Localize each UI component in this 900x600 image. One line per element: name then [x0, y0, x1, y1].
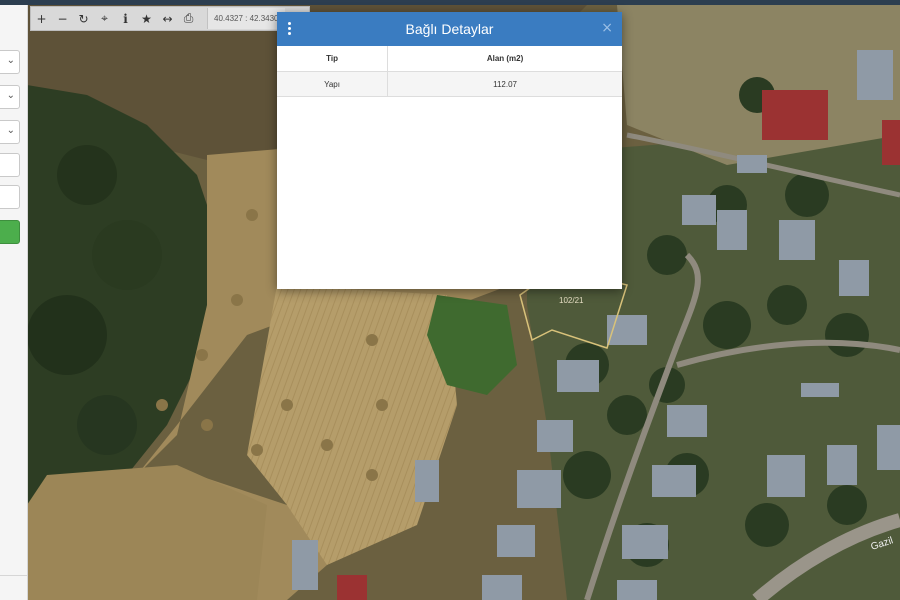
search-button[interactable]: [0, 220, 20, 244]
plus-icon: +: [36, 11, 47, 26]
print-icon: ⎙: [183, 11, 194, 25]
favorite-button[interactable]: ★: [136, 8, 157, 29]
details-modal: Bağlı Detaylar × Tip Alan (m2) Yapı 112.…: [277, 12, 622, 289]
star-icon: ★: [141, 11, 152, 26]
chevron-down-icon: ⌄: [6, 125, 15, 136]
panel-divider: [0, 575, 27, 576]
zoom-in-button[interactable]: +: [31, 8, 52, 29]
print-button[interactable]: ⎙: [178, 8, 199, 29]
left-panel: ⌄ ⌄ ⌄: [0, 5, 28, 600]
info-icon: i: [123, 11, 128, 26]
coordinates-readout: 40.4327 : 42.3430: [207, 8, 285, 29]
filter-input-2[interactable]: [0, 185, 20, 209]
chevron-down-icon: ⌄: [6, 55, 15, 66]
table-header-row: Tip Alan (m2): [277, 46, 622, 72]
refresh-icon: ↻: [78, 11, 89, 26]
close-icon[interactable]: ×: [601, 20, 613, 36]
minus-icon: −: [57, 11, 68, 26]
filter-select-3[interactable]: ⌄: [0, 120, 20, 144]
measure-button[interactable]: ↔: [157, 8, 178, 29]
map-viewer: 102/21 Gazil ⌄ ⌄ ⌄ + − ↻ ⌖ i ★ ↔ ⎙ 40.43…: [0, 0, 900, 600]
zoom-out-button[interactable]: −: [52, 8, 73, 29]
crosshair-icon: ⌖: [101, 11, 108, 25]
map-toolbar: + − ↻ ⌖ i ★ ↔ ⎙ 40.4327 : 42.3430: [30, 6, 310, 31]
details-table: Tip Alan (m2) Yapı 112.07: [277, 46, 622, 97]
modal-header: Bağlı Detaylar ×: [277, 12, 622, 46]
column-header-tip: Tip: [277, 46, 389, 72]
filter-select-2[interactable]: ⌄: [0, 85, 20, 109]
locate-button[interactable]: ⌖: [94, 8, 115, 29]
info-button[interactable]: i: [115, 8, 136, 29]
filter-input-1[interactable]: [0, 153, 20, 177]
filter-select-1[interactable]: ⌄: [0, 50, 20, 74]
column-header-area: Alan (m2): [387, 46, 622, 72]
chevron-down-icon: ⌄: [6, 90, 15, 101]
arrows-horizontal-icon: ↔: [162, 11, 173, 26]
cell-type: Yapı: [277, 71, 389, 97]
table-row[interactable]: Yapı 112.07: [277, 71, 622, 97]
parcel-label: 102/21: [559, 296, 584, 305]
cell-area: 112.07: [387, 71, 622, 97]
modal-title: Bağlı Detaylar: [405, 21, 494, 37]
refresh-button[interactable]: ↻: [73, 8, 94, 29]
